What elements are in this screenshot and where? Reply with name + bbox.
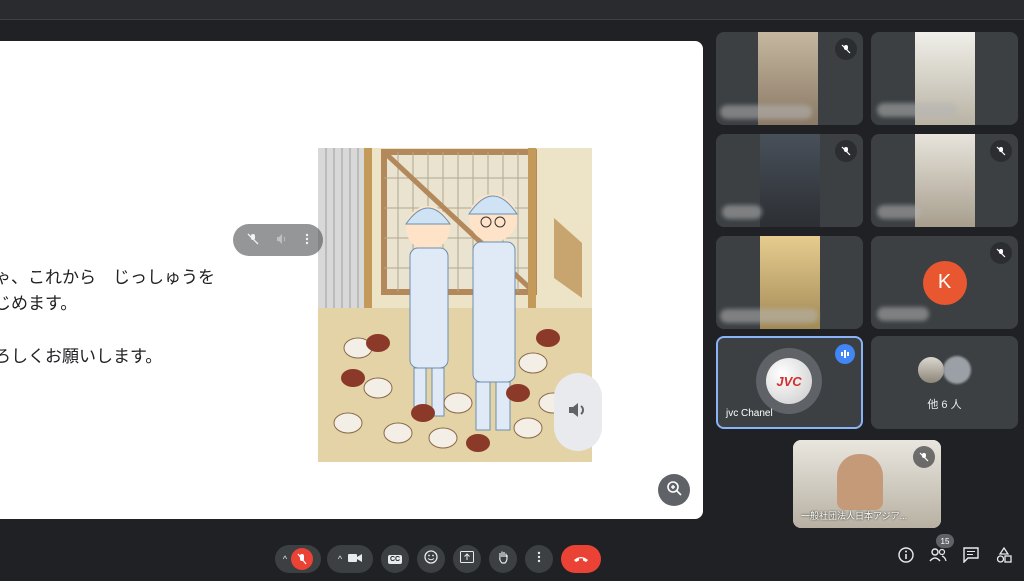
participant-face — [837, 454, 883, 510]
participant-video — [760, 134, 820, 227]
raise-hand-button[interactable] — [489, 545, 517, 573]
slide-text-line-3: ろしくお願いします。 — [0, 347, 163, 367]
mic-off-icon — [990, 140, 1012, 162]
slide-text-line-2: じめます。 — [0, 294, 78, 314]
hand-icon — [497, 550, 509, 569]
farm-illustration — [318, 148, 592, 462]
people-icon — [929, 547, 947, 567]
participant-tile-6[interactable]: K — [871, 236, 1018, 329]
volume-icon[interactable] — [276, 233, 288, 248]
participant-tile-5[interactable] — [716, 236, 863, 329]
avatar — [943, 356, 971, 384]
more-vert-icon[interactable] — [305, 233, 309, 248]
present-button[interactable] — [453, 545, 481, 573]
participant-tile-1[interactable] — [716, 32, 863, 125]
blurred-name — [720, 105, 812, 119]
blurred-name — [877, 307, 929, 321]
more-icon — [537, 550, 541, 568]
jvc-logo: JVC — [756, 348, 822, 414]
mic-off-icon — [835, 140, 857, 162]
chevron-up-icon[interactable]: ^ — [338, 554, 342, 564]
speaker-icon — [566, 398, 590, 427]
top-bar — [0, 0, 1024, 22]
mic-off-icon — [913, 446, 935, 468]
blurred-name — [877, 205, 921, 219]
present-icon — [460, 550, 474, 568]
captions-button[interactable]: CC — [381, 545, 409, 573]
chevron-up-icon[interactable]: ^ — [283, 554, 287, 564]
blurred-name — [877, 103, 957, 117]
blurred-name — [720, 309, 818, 323]
avatar — [917, 356, 945, 384]
mic-off-icon — [990, 242, 1012, 264]
blurred-name — [722, 205, 762, 219]
participant-name: jvc Chanel — [726, 408, 773, 419]
captions-icon: CC — [387, 554, 403, 564]
others-count-label: 他 6 人 — [927, 399, 962, 411]
presentation-slide: ゃ、これから じっしゅうを じめます。 ろしくお願いします。 — [0, 41, 703, 519]
mic-off-icon — [291, 548, 314, 570]
info-icon — [898, 546, 914, 568]
audio-playback-button[interactable] — [554, 373, 602, 451]
chat-icon — [963, 546, 979, 568]
more-options-button[interactable] — [525, 545, 553, 573]
participant-tile-4[interactable] — [871, 134, 1018, 227]
emoji-icon — [424, 549, 438, 569]
meeting-toolbar: ^ ^ CC — [0, 537, 1024, 581]
participant-name: 一般社団法人日本アジア... — [801, 511, 908, 521]
avatar: K — [922, 260, 967, 305]
participant-video — [915, 134, 975, 227]
self-view-tile[interactable]: 一般社団法人日本アジア... — [793, 440, 941, 528]
chat-button[interactable] — [959, 545, 983, 569]
people-button[interactable] — [926, 545, 950, 569]
speaking-indicator-icon — [835, 344, 855, 364]
emoji-button[interactable] — [417, 545, 445, 573]
camera-icon — [348, 550, 363, 568]
participant-tile-3[interactable] — [716, 134, 863, 227]
hangup-icon — [573, 550, 589, 568]
activities-button[interactable] — [992, 545, 1016, 569]
mic-off-icon[interactable] — [247, 233, 259, 248]
meeting-info-button[interactable] — [894, 545, 918, 569]
activities-icon — [996, 546, 1012, 568]
participant-tile-2[interactable] — [871, 32, 1018, 125]
leave-call-button[interactable] — [561, 545, 601, 573]
zoom-button[interactable] — [658, 474, 690, 506]
slide-text-line-1: ゃ、これから じっしゅうを — [0, 268, 215, 288]
jvc-logo-mark: JVC — [766, 358, 812, 404]
camera-toggle-button[interactable]: ^ — [327, 545, 373, 573]
presenter-controls-pill[interactable] — [233, 224, 323, 256]
mic-off-icon — [835, 38, 857, 60]
zoom-icon — [666, 480, 682, 501]
others-tile[interactable]: 他 6 人 — [871, 336, 1018, 429]
mic-toggle-button[interactable]: ^ — [275, 545, 321, 573]
participant-tile-jvc[interactable]: JVC jvc Chanel — [716, 336, 863, 429]
